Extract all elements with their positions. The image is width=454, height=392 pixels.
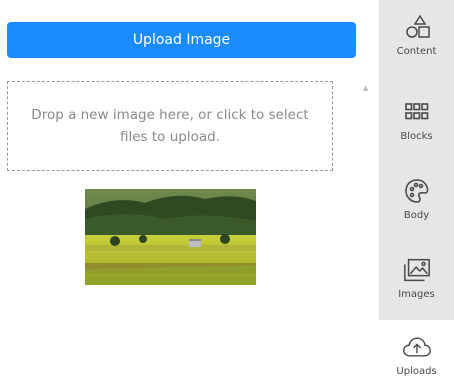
tab-body[interactable]: Body (379, 164, 454, 244)
shapes-icon (402, 13, 432, 41)
landscape-image (85, 189, 256, 285)
scroll-up-arrow-icon[interactable]: ▲ (363, 84, 368, 92)
uploads-panel: Upload Image Drop a new image here, or c… (0, 0, 368, 392)
cloud-upload-icon (402, 333, 432, 361)
dropzone-text: Drop a new image here, or click to selec… (31, 107, 309, 145)
tab-blocks-label: Blocks (400, 131, 433, 142)
sidebar: Content Blocks Body Images Uploads (379, 0, 454, 392)
palette-icon (402, 177, 432, 205)
tab-images[interactable]: Images (379, 243, 454, 323)
image-icon (402, 256, 432, 284)
upload-dropzone[interactable]: Drop a new image here, or click to selec… (7, 81, 333, 171)
tab-uploads-label: Uploads (396, 366, 437, 377)
tab-blocks[interactable]: Blocks (379, 85, 454, 165)
upload-image-button[interactable]: Upload Image (7, 22, 356, 58)
uploaded-image-thumbnail[interactable] (85, 189, 256, 285)
tab-content[interactable]: Content (379, 0, 454, 80)
grid-icon (402, 98, 432, 126)
tab-body-label: Body (403, 210, 430, 221)
tab-content-label: Content (396, 46, 437, 57)
tab-images-label: Images (398, 289, 435, 300)
tab-uploads[interactable]: Uploads (379, 320, 454, 392)
